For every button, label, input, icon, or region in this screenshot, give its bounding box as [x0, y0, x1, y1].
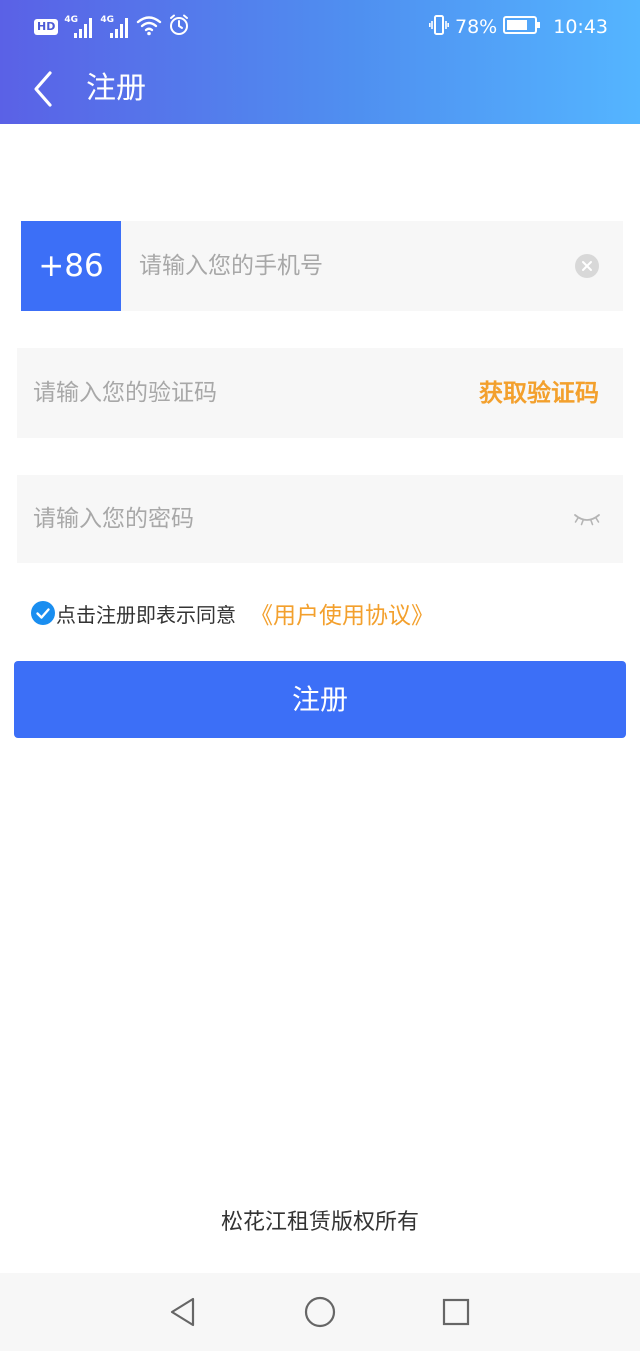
- get-code-button[interactable]: 获取验证码: [479, 348, 599, 438]
- eye-closed-icon[interactable]: [573, 509, 601, 529]
- password-field: [17, 475, 623, 563]
- vibrate-icon: [429, 14, 449, 41]
- password-input[interactable]: [33, 475, 553, 563]
- header-bar: HD 4G 4G 78% 10:43 注册: [0, 0, 640, 124]
- copyright-text: 松花江租赁版权所有: [220, 1210, 419, 1235]
- signal-icon: 4G: [64, 15, 94, 39]
- status-bar: HD 4G 4G 78% 10:43: [0, 0, 640, 54]
- status-right-group: 78% 10:43: [429, 13, 608, 41]
- verification-code-input[interactable]: [33, 348, 453, 438]
- clock-time: 10:43: [553, 16, 608, 38]
- circle-home-icon: [304, 1296, 336, 1328]
- alarm-icon: [168, 14, 190, 40]
- nav-bar: 注册: [0, 54, 640, 124]
- phone-field: +86: [21, 221, 623, 311]
- phone-input[interactable]: [139, 221, 569, 311]
- checkmark-icon: [31, 601, 55, 625]
- system-back-button[interactable]: [166, 1295, 200, 1329]
- square-recents-icon: [442, 1298, 470, 1326]
- system-home-button[interactable]: [303, 1295, 337, 1329]
- battery-percent: 78%: [455, 16, 498, 38]
- battery-icon: [503, 15, 541, 40]
- chevron-left-icon: [34, 71, 52, 107]
- user-agreement-link[interactable]: 《用户使用协议》: [250, 596, 434, 630]
- network-type-label: 4G: [64, 15, 78, 25]
- verification-code-field: 获取验证码: [17, 348, 623, 438]
- register-button[interactable]: 注册: [14, 661, 626, 738]
- system-recents-button[interactable]: [439, 1295, 473, 1329]
- agreement-checkbox[interactable]: [31, 601, 55, 625]
- page-title: 注册: [86, 71, 146, 106]
- country-code-button[interactable]: +86: [21, 221, 121, 311]
- agreement-text: 点击注册即表示同意: [56, 602, 236, 627]
- system-nav-bar: [0, 1273, 640, 1351]
- status-left-group: HD 4G 4G: [34, 14, 190, 40]
- signal-icon: 4G: [100, 15, 130, 39]
- wifi-icon: [136, 14, 162, 40]
- network-type-label: 4G: [100, 15, 114, 25]
- triangle-back-icon: [170, 1297, 195, 1327]
- agreement-row: 点击注册即表示同意 《用户使用协议》: [31, 596, 434, 630]
- back-button[interactable]: [26, 62, 60, 116]
- hd-icon: HD: [34, 19, 59, 35]
- clear-icon[interactable]: [575, 254, 599, 278]
